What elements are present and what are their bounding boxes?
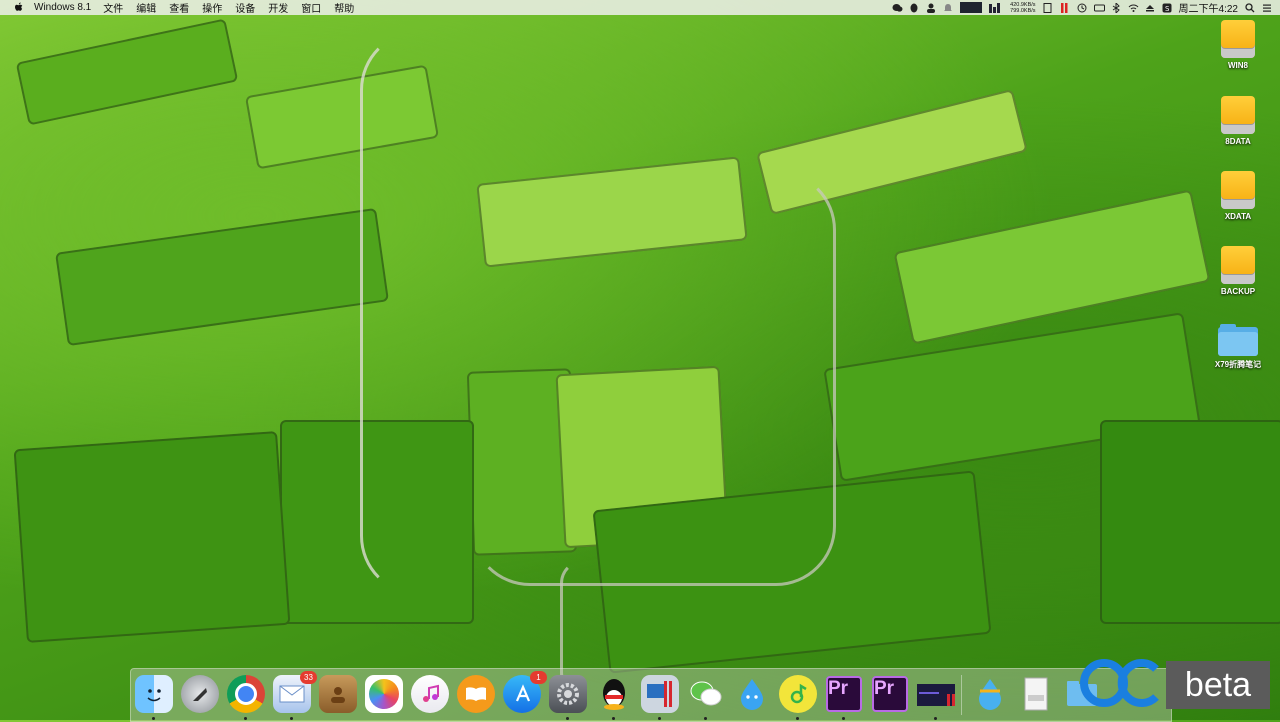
screen-monitor-icon[interactable] [960,2,983,13]
dock: 33 1 Pr Pr [130,668,1172,722]
menu-file[interactable]: 文件 [103,0,123,15]
hard-drive-icon [1221,20,1255,58]
qq-icon[interactable] [595,675,633,720]
qq-music-icon[interactable] [779,675,817,720]
premiere-icon-2[interactable]: Pr [871,675,909,713]
hard-drive-icon [1221,171,1255,209]
hard-drive-icon [1221,96,1255,134]
keyboard-status-icon[interactable] [1093,3,1105,13]
finder-icon[interactable] [135,675,173,720]
app-store-badge: 1 [530,671,547,684]
notification-center-icon[interactable] [1262,3,1272,13]
mail-icon[interactable]: 33 [273,671,317,720]
cpu-meter-icon[interactable] [989,2,1003,13]
notification-bell-icon[interactable] [943,3,953,13]
desktop-drive-8data[interactable]: 8DATA [1208,96,1268,146]
account-status-icon[interactable] [926,3,936,13]
desktop-icon-label: 8DATA [1225,137,1251,146]
menu-bar: Windows 8.1 文件 编辑 查看 操作 设备 开发 窗口 帮助 420.… [0,0,1280,15]
chrome-icon[interactable] [227,675,265,720]
desktop-drive-xdata[interactable]: XDATA [1208,171,1268,221]
itunes-icon[interactable] [411,675,449,713]
dock-separator [961,675,962,715]
desktop-drive-win8[interactable]: WIN8 [1208,20,1268,70]
active-app-name[interactable]: Windows 8.1 [34,2,91,13]
sync-status-icon[interactable]: S [1162,3,1172,13]
mail-badge: 33 [300,671,317,684]
document-status-icon[interactable] [1043,2,1053,13]
oc-logo-icon [1080,659,1159,707]
premiere-label: Pr [826,676,862,712]
desktop-icon-label: XDATA [1224,212,1252,221]
menu-develop[interactable]: 开发 [268,0,288,15]
hard-drive-icon [1221,246,1255,284]
contacts-icon[interactable] [319,675,357,713]
system-preferences-icon[interactable] [549,675,587,720]
clock[interactable]: 周二下午4:22 [1179,0,1238,15]
desktop-drive-backup[interactable]: BACKUP [1208,246,1268,296]
menu-view[interactable]: 查看 [169,0,189,15]
launchpad-icon[interactable] [181,675,219,713]
parallels-status-icon[interactable] [1060,2,1070,13]
menu-window[interactable]: 窗口 [301,0,321,15]
wechat-icon[interactable] [687,675,725,720]
desktop-folder-x79-notes[interactable]: X79折腾笔记 [1208,324,1268,370]
desktop-icon-label: X79折腾笔记 [1214,360,1262,369]
eject-icon[interactable] [1145,3,1155,13]
spotlight-search-icon[interactable] [1245,2,1255,13]
network-download-speed: 799.0KB/s [1010,7,1036,14]
finder-droplet-icon[interactable] [971,675,1009,713]
ibooks-icon[interactable] [457,675,495,713]
network-speed[interactable]: 420.9KB/s 799.0KB/s [1010,2,1035,14]
desktop-icon-label: WIN8 [1228,61,1248,70]
photos-icon[interactable] [365,675,403,713]
qq-droplet-icon[interactable] [733,675,771,713]
premiere-icon-1[interactable]: Pr [825,675,863,720]
menu-actions[interactable]: 操作 [202,0,222,15]
bluetooth-icon[interactable] [1111,1,1121,14]
desktop-wallpaper [0,0,1280,720]
svg-text:S: S [1165,5,1170,13]
app-store-icon[interactable]: 1 [503,671,547,713]
screen-app-icon[interactable] [917,675,955,720]
menu-devices[interactable]: 设备 [235,0,255,15]
document-icon[interactable] [1017,675,1055,713]
beta-watermark: beta [1166,661,1270,709]
menu-help[interactable]: 帮助 [334,0,354,15]
time-machine-icon[interactable] [1077,3,1087,13]
parallels-windows-icon[interactable] [641,675,679,720]
menu-edit[interactable]: 编辑 [136,0,156,15]
apple-menu-icon[interactable] [12,2,26,13]
wifi-icon[interactable] [1128,3,1138,13]
status-area: 420.9KB/s 799.0KB/s S 周二下午4:22 [892,0,1272,15]
desktop-icon-label: BACKUP [1220,287,1256,296]
folder-icon [1218,324,1258,356]
qq-status-icon[interactable] [909,3,919,13]
premiere-label: Pr [872,676,908,712]
wechat-status-icon[interactable] [892,3,903,13]
